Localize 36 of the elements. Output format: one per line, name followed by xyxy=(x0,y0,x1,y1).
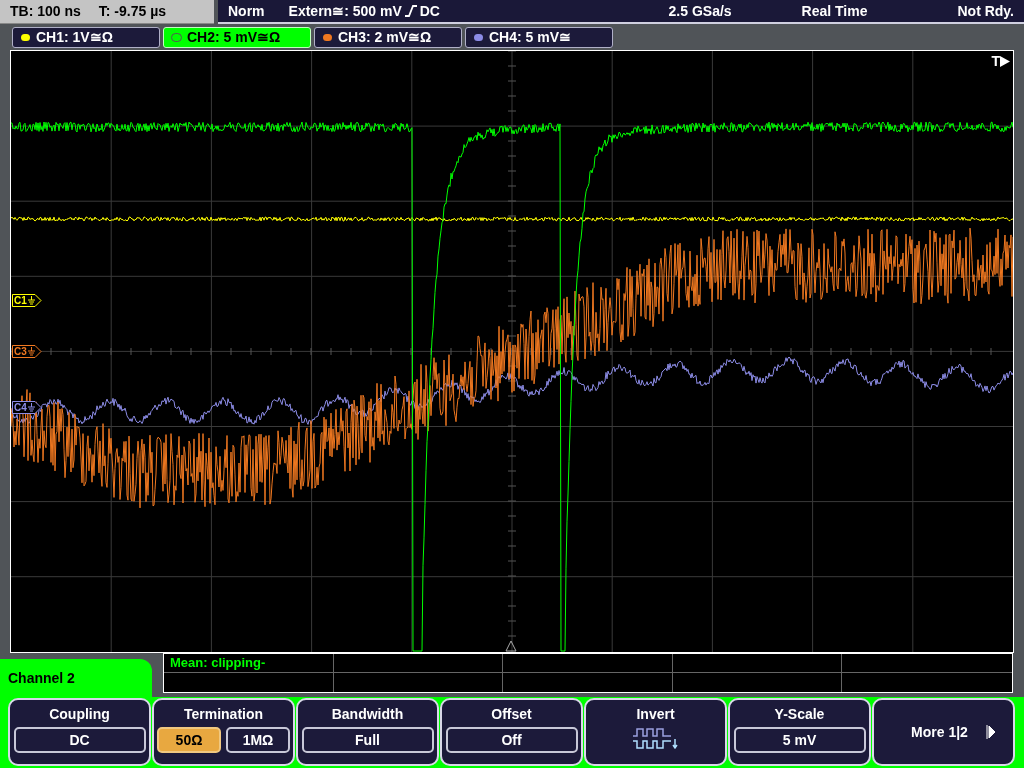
status-readout: Not Rdy. xyxy=(957,1,1014,21)
trigger-marker: T xyxy=(991,54,1000,68)
timebase-readout: TB: 100 ns xyxy=(10,2,81,21)
invert-icon xyxy=(632,727,679,751)
menu-title: Channel 2 xyxy=(8,668,75,688)
next-page-icon xyxy=(985,725,996,739)
trigger-source: Extern≅: 500 mV xyxy=(288,1,402,21)
softkey-label: Y-Scale xyxy=(774,705,825,723)
channel-tab[interactable]: CH3: 2 mV≅Ω xyxy=(314,26,462,48)
value-button[interactable]: Full xyxy=(301,727,434,753)
acquisition-mode: Real Time xyxy=(801,1,868,21)
softkey-label: Invert xyxy=(636,705,675,723)
softkey-label: Offset xyxy=(491,705,532,723)
sample-rate: 2.5 GSa/s xyxy=(668,1,732,21)
option-button[interactable]: 50Ω xyxy=(157,727,221,753)
channel-tab[interactable]: CH4: 5 mV≅ xyxy=(465,26,613,48)
measurement-result: Mean: clipping- xyxy=(164,654,334,673)
channel-tab[interactable]: CH2: 5 mV≅Ω xyxy=(163,26,311,48)
value-button[interactable]: Off xyxy=(445,727,578,753)
softkey-label: Bandwidth xyxy=(331,705,404,723)
trigger-position-icon xyxy=(505,640,517,652)
marker-label: C4 xyxy=(14,402,27,413)
channel-tab[interactable]: CH1: 1V≅Ω xyxy=(12,26,160,48)
more-button[interactable]: More 1|2 xyxy=(872,698,1015,766)
marker-label: C3 xyxy=(14,346,27,357)
trigger-mode: Norm xyxy=(228,1,265,21)
value-button[interactable]: 5 mV xyxy=(733,727,866,753)
play-icon xyxy=(1000,55,1010,67)
softkey-label: Coupling xyxy=(49,705,110,723)
softkey-label: Termination xyxy=(183,705,264,723)
rising-edge-icon xyxy=(403,4,418,18)
value-button[interactable]: DC xyxy=(13,727,146,753)
option-button[interactable]: 1MΩ xyxy=(226,727,290,753)
marker-label: C1 xyxy=(14,295,27,306)
trigger-time-readout: T: -9.75 µs xyxy=(98,2,167,21)
trigger-coupling: DC xyxy=(419,1,440,21)
